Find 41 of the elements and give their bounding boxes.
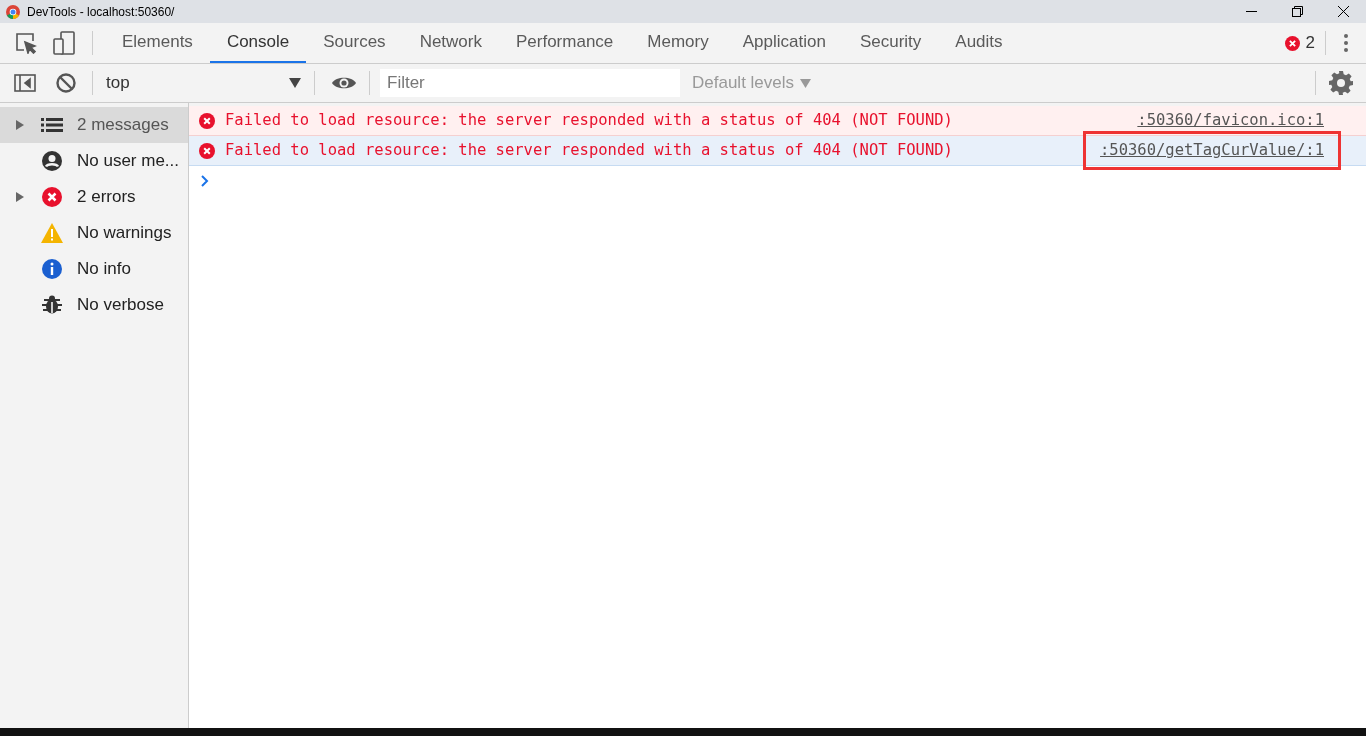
caret-icon	[289, 78, 301, 88]
console-error-message: Failed to load resource: the server responded with a status of 404 (NOT FOUND) :50360/favicon.ico:1	[189, 106, 1366, 136]
panel-tab[interactable]: Application	[725, 23, 843, 63]
close-icon[interactable]	[1337, 6, 1349, 17]
sidebar-item[interactable]: No verbose	[0, 287, 188, 323]
filter-field[interactable]: Filter	[380, 69, 680, 97]
list-icon	[41, 118, 63, 132]
minimize-icon[interactable]	[1245, 11, 1257, 12]
bug-icon	[42, 295, 62, 315]
panel-tab[interactable]: Performance	[499, 23, 631, 63]
settings-icon[interactable]	[1328, 70, 1354, 96]
expand-arrow-icon[interactable]	[16, 192, 24, 202]
browser-logo-icon	[6, 4, 20, 19]
panel-tab[interactable]: Network	[402, 23, 499, 63]
user-icon	[42, 151, 62, 171]
restore-icon[interactable]	[1291, 6, 1303, 17]
eye-icon[interactable]	[331, 75, 357, 91]
error-icon	[42, 187, 62, 207]
panel-tab[interactable]: Memory	[630, 23, 726, 63]
caret-icon	[800, 78, 812, 88]
sidebar-item[interactable]: No warnings	[0, 215, 188, 251]
info-icon	[42, 259, 62, 279]
error-icon	[199, 112, 215, 129]
sidebar-item[interactable]: 2 messages	[0, 107, 188, 143]
sidebar-item[interactable]: 2 errors	[0, 179, 188, 215]
expand-arrow-icon[interactable]	[16, 120, 24, 130]
panel-tab[interactable]: Elements	[105, 23, 210, 63]
panel-tab[interactable]: Sources	[306, 23, 403, 63]
prompt-chevron-icon	[201, 175, 209, 187]
window-title: DevTools - localhost:50360/	[27, 3, 175, 21]
sidebar-item[interactable]: No info	[0, 251, 188, 287]
panel-tab[interactable]: Security	[842, 23, 939, 63]
sidebar-item[interactable]: No user me...	[0, 143, 188, 179]
error-icon	[199, 142, 215, 159]
error-icon	[1284, 35, 1300, 51]
sidebar-toggle-icon[interactable]	[13, 72, 37, 94]
clear-console-icon[interactable]	[55, 72, 77, 94]
context-select[interactable]: top	[106, 70, 301, 96]
warning-icon	[41, 223, 63, 243]
panel-tab[interactable]: Audits	[938, 23, 1020, 63]
error-counter[interactable]: 2	[1284, 30, 1325, 56]
